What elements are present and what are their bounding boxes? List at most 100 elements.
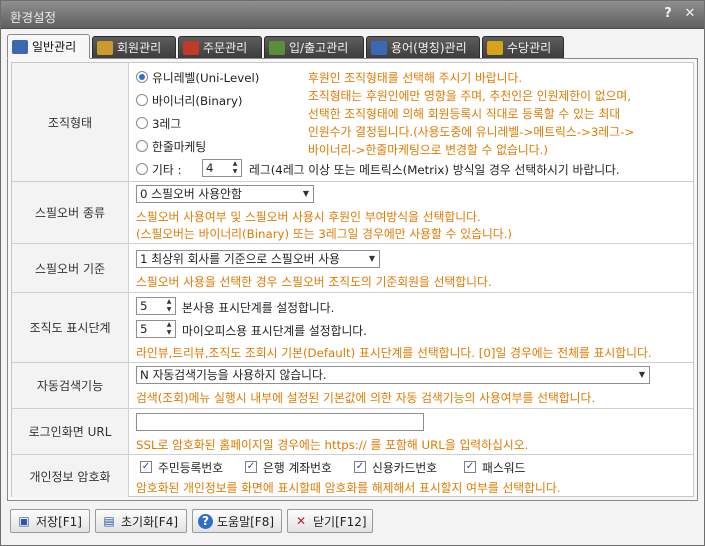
spillover-type-label: 스필오버 종류 (12, 182, 129, 243)
save-button[interactable]: ▣ 저장[F1] (10, 509, 90, 533)
stepper-arrows-icon[interactable]: ▲ ▼ (230, 160, 240, 176)
row-spillover-type: 스필오버 종류 0 스필오버 사용안함 ▼ 스필오버 사용여부 및 스필오버 사… (12, 182, 693, 244)
users-icon (97, 40, 113, 55)
tab-label: 일반관리 (32, 40, 77, 54)
tab-label: 주문관리 (203, 41, 248, 55)
my-office-levels-text: 마이오피스용 표시단계를 설정합니다. (182, 324, 367, 338)
org-other-prefix: 기타 : (152, 163, 182, 177)
org-note-line: 조직형태는 후원인에만 영향을 주며, 추천인은 인원제한이 없으며, (308, 89, 632, 103)
tab-commission[interactable]: 수당관리 (482, 36, 564, 58)
terms-icon (371, 40, 387, 55)
org-note-line: 바이너리->한줄마케팅으로 변경할 수 없습니다.) (308, 143, 548, 157)
general-panel: 조직형태 유니레벨(Uni-Level) 바이너리(Binary) 3레그 한줄… (7, 58, 698, 501)
org-radio-other[interactable] (136, 163, 148, 175)
tree-levels-label: 조직도 표시단계 (12, 293, 129, 362)
org-option-label: 유니레벨(Uni-Level) (152, 71, 260, 85)
chevron-down-icon[interactable]: ▼ (639, 367, 645, 383)
warehouse-icon (269, 40, 285, 55)
new-document-icon: ▤ (103, 514, 115, 528)
org-option-label: 3레그 (152, 117, 182, 131)
stepper-arrows-icon[interactable]: ▲ ▼ (164, 321, 174, 337)
org-type-label: 조직형태 (12, 63, 129, 181)
spillover-type-value: 0 스필오버 사용안함 (140, 187, 242, 201)
org-radio-3leg[interactable] (136, 117, 148, 129)
login-url-input[interactable] (136, 413, 424, 431)
auto-search-select[interactable]: N 자동검색기능을 사용하지 않습니다. ▼ (136, 366, 650, 384)
stepper-arrows-icon[interactable]: ▲ ▼ (164, 298, 174, 314)
org-note-line: 후원인 조직형태를 선택해 주시기 바랍니다. (308, 71, 523, 85)
tab-orders[interactable]: 주문관리 (178, 36, 262, 58)
auto-search-label: 자동검색기능 (12, 363, 129, 408)
help-button[interactable]: ? 도움말[F8] (192, 509, 282, 533)
org-radio-unilevel[interactable] (136, 71, 148, 83)
privacy-check-card[interactable]: ✓ (354, 461, 366, 473)
tab-members[interactable]: 회원관리 (92, 36, 176, 58)
org-leg-count-value: 4 (206, 161, 214, 175)
org-radio-single-line[interactable] (136, 140, 148, 152)
row-org-type: 조직형태 유니레벨(Uni-Level) 바이너리(Binary) 3레그 한줄… (12, 63, 693, 182)
org-option-label: 바이너리(Binary) (152, 94, 243, 108)
close-label: 닫기[F12] (313, 514, 367, 529)
org-leg-count-stepper[interactable]: 4 ▲ ▼ (202, 159, 242, 177)
chevron-down-icon[interactable]: ▼ (369, 251, 375, 267)
spillover-base-note: 스필오버 사용을 선택한 경우 스필오버 조직도의 기준회원을 선택합니다. (136, 275, 492, 289)
reset-label: 초기화[F4] (121, 514, 179, 529)
my-office-levels-stepper[interactable]: 5 ▲ ▼ (136, 320, 176, 338)
main-levels-stepper[interactable]: 5 ▲ ▼ (136, 297, 176, 315)
save-label: 저장[F1] (36, 514, 82, 529)
help-icon[interactable]: ? (659, 5, 677, 23)
spillover-base-value: 1 최상위 회사를 기준으로 스필오버 사용 (140, 252, 340, 266)
privacy-check-password[interactable]: ✓ (464, 461, 476, 473)
privacy-check-bank[interactable]: ✓ (245, 461, 257, 473)
privacy-item-label: 신용카드번호 (372, 461, 438, 475)
tab-label: 용어(명칭)관리 (391, 41, 467, 55)
login-url-label: 로그인화면 URL (12, 409, 129, 454)
row-privacy: 개인정보 암호화 ✓ 주민등록번호 ✓ 은행 계좌번호 ✓ 신용카드번호 ✓ 패… (12, 455, 693, 497)
spillover-base-label: 스필오버 기준 (12, 244, 129, 292)
wrench-icon (12, 39, 28, 54)
privacy-item-label: 은행 계좌번호 (263, 461, 332, 475)
main-levels-value: 5 (140, 299, 148, 313)
close-icon[interactable]: ✕ (681, 5, 699, 23)
login-url-note: SSL로 암호화된 홈페이지일 경우에는 https:// 를 포함해 URL을… (136, 438, 529, 452)
tree-levels-note: 라인뷰,트리뷰,조직도 조회시 기본(Default) 표시단계를 선택합니다.… (136, 346, 652, 360)
org-note-line: 선택한 조직형태에 의해 회원등록시 직대로 등록할 수 있는 최대 (308, 107, 621, 121)
tab-label: 입/출고관리 (289, 41, 349, 55)
privacy-item-label: 주민등록번호 (158, 461, 224, 475)
title-bar: 환경설정 ? ✕ (1, 1, 704, 29)
row-tree-levels: 조직도 표시단계 5 ▲ ▼ 본사용 표시단계를 설정합니다. 5 ▲ ▼ 마이오피… (12, 293, 693, 363)
privacy-note: 암호화된 개인정보를 화면에 표시할때 암호화를 해제해서 표시할지 여부를 선… (136, 481, 561, 495)
spillover-base-select[interactable]: 1 최상위 회사를 기준으로 스필오버 사용 ▼ (136, 250, 380, 268)
my-office-levels-value: 5 (140, 322, 148, 336)
tab-terms[interactable]: 용어(명칭)관리 (366, 36, 480, 58)
settings-window: 환경설정 ? ✕ 일반관리 회원관리 주문관리 입/출고관리 용어(명칭)관리 … (0, 0, 705, 546)
org-other-suffix: 레그(4레그 이상 또는 메트릭스(Metrix) 방식일 경우 선택하시기 바… (249, 163, 620, 177)
close-button[interactable]: ✕ 닫기[F12] (287, 509, 373, 533)
auto-search-note: 검색(조회)메뉴 실행시 내부에 설정된 기본값에 의한 자동 검색기능의 사용… (136, 391, 596, 405)
main-levels-text: 본사용 표시단계를 설정합니다. (182, 301, 335, 315)
tab-label: 회원관리 (117, 41, 162, 55)
org-option-label: 한줄마케팅 (152, 140, 207, 154)
footer-bar: ▣ 저장[F1] ▤ 초기화[F4] ? 도움말[F8] ✕ 닫기[F12] (1, 505, 704, 545)
org-note-line: 인원수가 결정됩니다.(사용도중에 유니레벨->메트릭스->3레그-> (308, 125, 635, 139)
floppy-disk-icon: ▣ (18, 514, 30, 528)
privacy-check-rrn[interactable]: ✓ (140, 461, 152, 473)
chevron-down-icon[interactable]: ▼ (303, 186, 309, 202)
spillover-type-note: (스필오버는 바이너리(Binary) 또는 3레그일 경우에만 사용할 수 있… (136, 227, 513, 241)
row-spillover-base: 스필오버 기준 1 최상위 회사를 기준으로 스필오버 사용 ▼ 스필오버 사용… (12, 244, 693, 293)
coins-icon (487, 40, 503, 55)
settings-grid: 조직형태 유니레벨(Uni-Level) 바이너리(Binary) 3레그 한줄… (11, 62, 694, 497)
tab-general[interactable]: 일반관리 (7, 34, 90, 59)
close-x-icon: ✕ (295, 514, 307, 528)
reset-button[interactable]: ▤ 초기화[F4] (95, 509, 187, 533)
help-circle-icon: ? (198, 513, 213, 529)
tab-warehouse[interactable]: 입/출고관리 (264, 36, 364, 58)
tab-label: 수당관리 (507, 41, 552, 55)
privacy-item-label: 패스워드 (482, 461, 526, 475)
window-title: 환경설정 (10, 10, 57, 25)
privacy-label: 개인정보 암호화 (12, 455, 129, 497)
spillover-type-note: 스필오버 사용여부 및 스필오버 사용시 후원인 부여방식을 선택합니다. (136, 210, 481, 224)
auto-search-value: N 자동검색기능을 사용하지 않습니다. (140, 368, 327, 382)
spillover-type-select[interactable]: 0 스필오버 사용안함 ▼ (136, 185, 314, 203)
org-radio-binary[interactable] (136, 94, 148, 106)
